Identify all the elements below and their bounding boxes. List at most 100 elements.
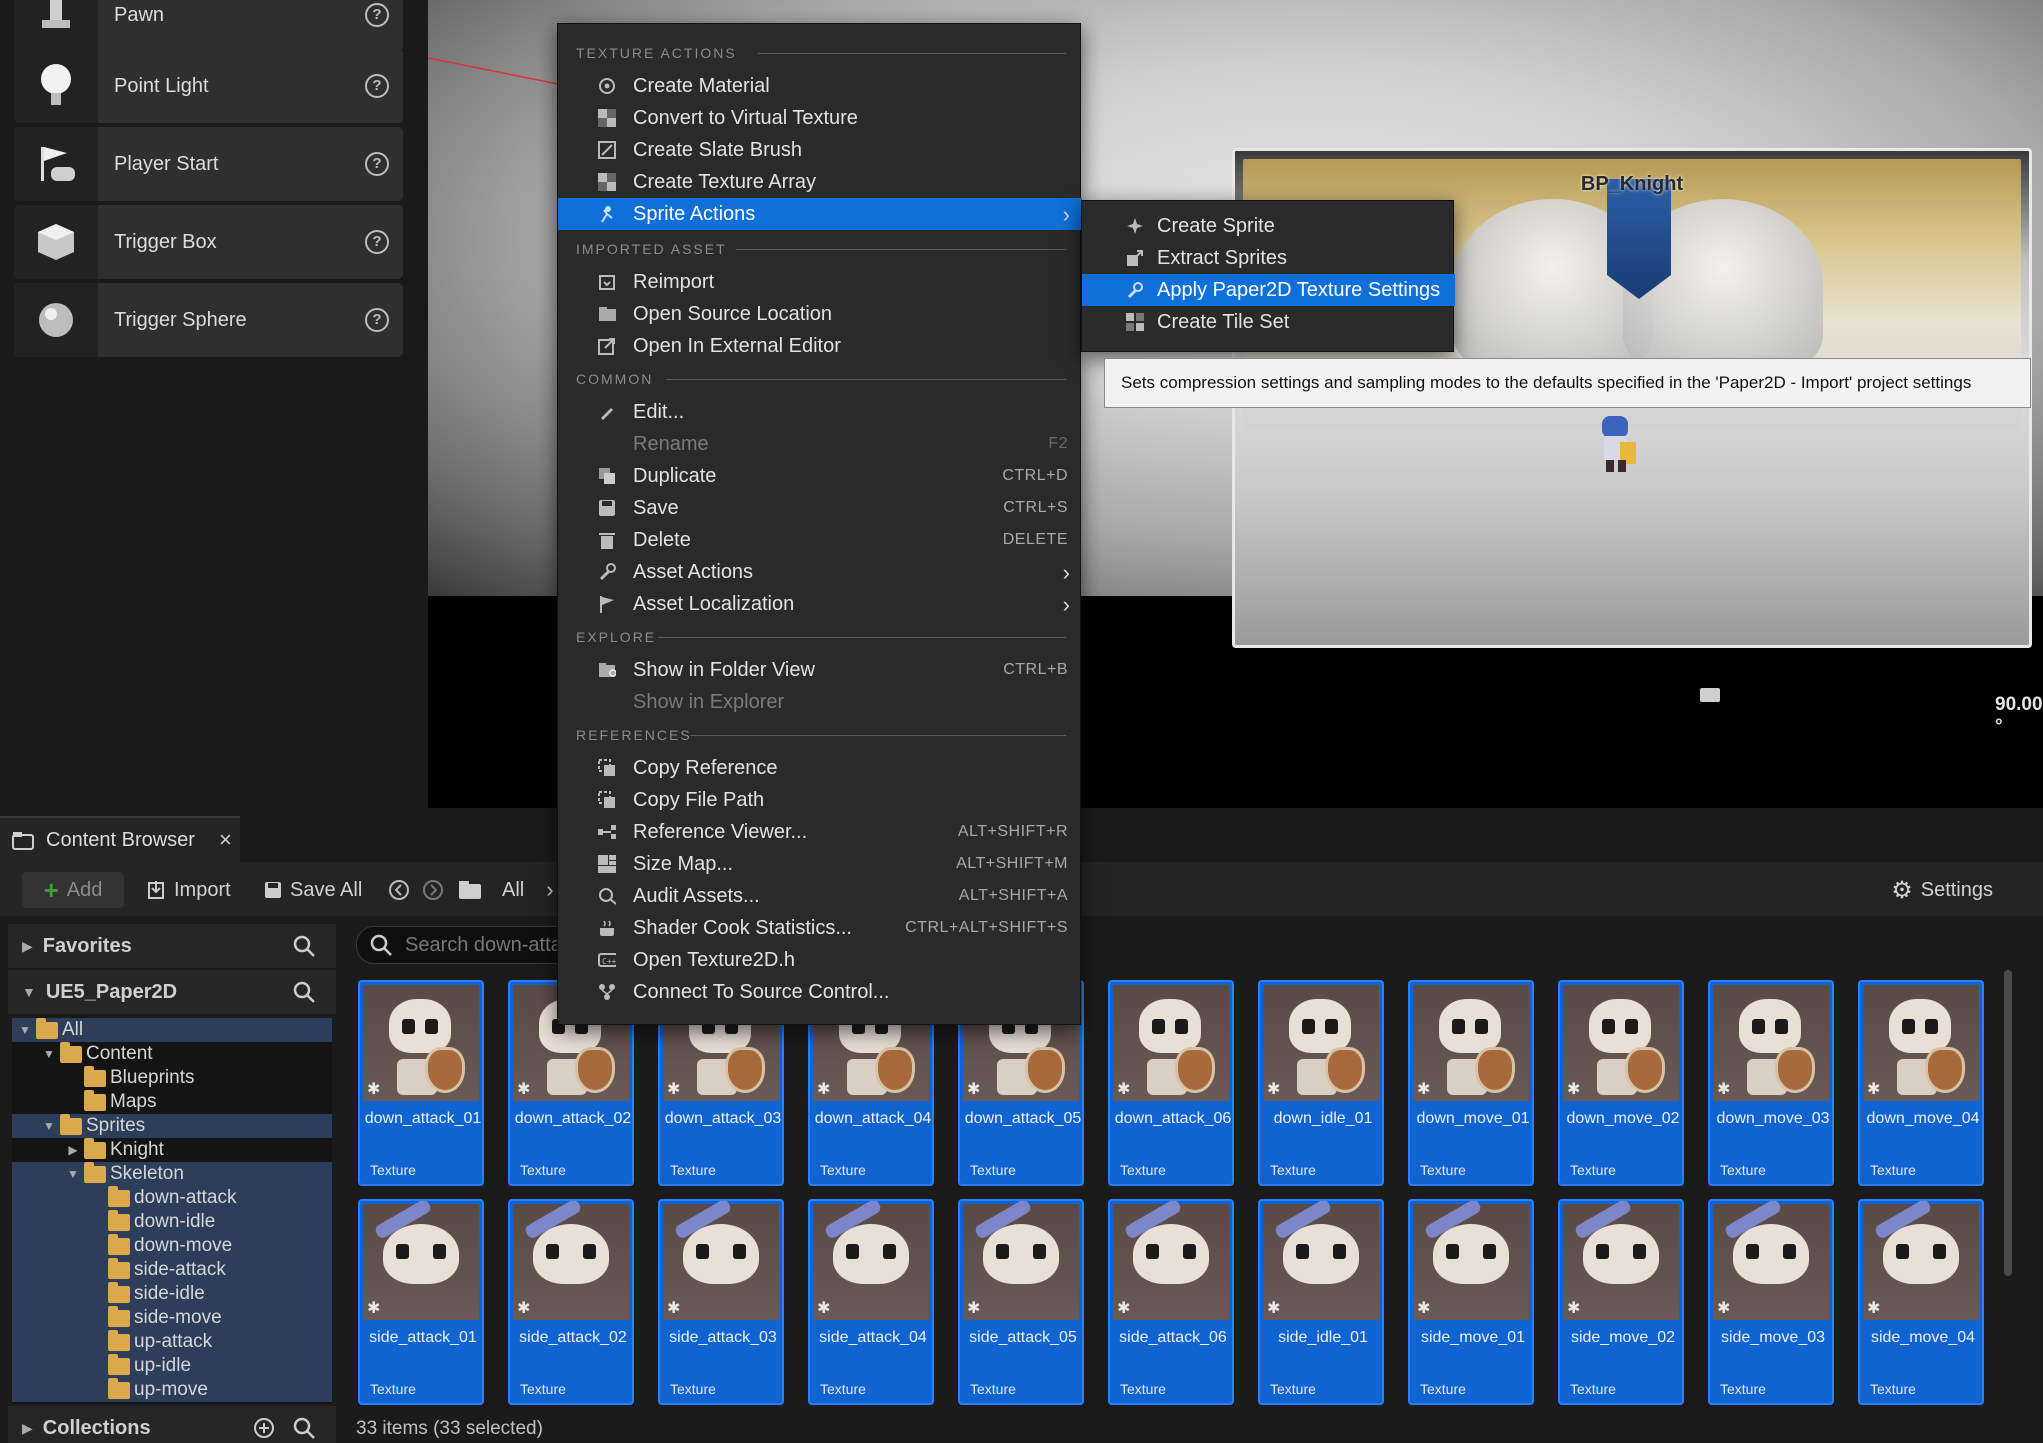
cook-pot-icon: [598, 920, 616, 936]
chevron-down-icon[interactable]: ▼: [42, 1119, 56, 1133]
asset-tile[interactable]: ✱ down_move_01 Texture: [1408, 980, 1534, 1186]
help-icon[interactable]: ?: [365, 230, 389, 254]
tree-folder-side-attack[interactable]: side-attack: [12, 1257, 332, 1282]
tree-folder-down-idle[interactable]: down-idle: [12, 1209, 332, 1234]
menu-item-create-tile-set[interactable]: Create Tile Set: [1082, 306, 1455, 338]
asset-tile[interactable]: ✱ side_idle_01 Texture: [1258, 1199, 1384, 1405]
menu-item-reimport[interactable]: Reimport: [558, 266, 1082, 298]
asset-tile[interactable]: ✱ side_move_04 Texture: [1858, 1199, 1984, 1405]
knight-sprite[interactable]: [1590, 408, 1642, 480]
path-breadcrumb-all[interactable]: All ›: [458, 872, 554, 908]
tree-folder-down-move[interactable]: down-move: [12, 1233, 332, 1258]
asset-tile[interactable]: ✱ side_move_01 Texture: [1408, 1199, 1534, 1405]
menu-item-save[interactable]: Save CTRL+S: [558, 492, 1082, 524]
search-icon[interactable]: [292, 934, 316, 964]
forward-button[interactable]: [422, 872, 444, 908]
menu-item-connect-source-control[interactable]: Connect To Source Control...: [558, 976, 1082, 1008]
menu-item-delete[interactable]: Delete DELETE: [558, 524, 1082, 556]
asset-tile[interactable]: ✱ down_idle_01 Texture: [1258, 980, 1384, 1186]
tree-folder-maps[interactable]: Maps: [12, 1089, 332, 1114]
add-button[interactable]: + Add: [22, 872, 124, 908]
help-icon[interactable]: ?: [365, 152, 389, 176]
import-button[interactable]: Import: [146, 872, 231, 908]
menu-item-open-texture2d-h[interactable]: C++ Open Texture2D.h: [558, 944, 1082, 976]
menu-item-show-in-explorer[interactable]: Show in Explorer: [558, 686, 1082, 718]
project-section-header[interactable]: ▼ UE5_Paper2D: [8, 970, 336, 1014]
tab-content-browser[interactable]: Content Browser ×: [0, 816, 240, 862]
menu-item-extract-sprites[interactable]: Extract Sprites: [1082, 242, 1455, 274]
menu-item-shader-cook-statistics[interactable]: Shader Cook Statistics... CTRL+ALT+SHIFT+…: [558, 912, 1082, 944]
tree-folder-down-attack[interactable]: down-attack: [12, 1185, 332, 1210]
menu-item-rename[interactable]: Rename F2: [558, 428, 1082, 460]
tree-folder-up-idle[interactable]: up-idle: [12, 1353, 332, 1378]
menu-item-create-slate-brush[interactable]: Create Slate Brush: [558, 134, 1082, 166]
menu-item-open-source-location[interactable]: Open Source Location: [558, 298, 1082, 330]
collections-section-header[interactable]: ▶ Collections: [8, 1406, 336, 1443]
menu-item-create-material[interactable]: Create Material: [558, 70, 1082, 102]
collections-label: Collections: [42, 1416, 151, 1439]
search-icon[interactable]: [292, 1416, 316, 1443]
tree-folder-all[interactable]: ▼ All: [12, 1017, 332, 1042]
tree-folder-skeleton[interactable]: ▼ Skeleton: [12, 1161, 332, 1186]
menu-item-open-external-editor[interactable]: Open In External Editor: [558, 330, 1082, 362]
chevron-down-icon[interactable]: ▼: [42, 1047, 56, 1061]
menu-item-duplicate[interactable]: Duplicate CTRL+D: [558, 460, 1082, 492]
chevron-down-icon[interactable]: ▼: [66, 1167, 80, 1181]
help-icon[interactable]: ?: [365, 74, 389, 98]
menu-item-show-folder-view[interactable]: Show in Folder View CTRL+B: [558, 654, 1082, 686]
actor-item-trigger-box[interactable]: Trigger Box ?: [14, 205, 403, 279]
menu-item-apply-paper2d-texture-settings[interactable]: Apply Paper2D Texture Settings: [1082, 274, 1455, 306]
menu-item-asset-actions[interactable]: Asset Actions ›: [558, 556, 1082, 588]
tree-folder-side-idle[interactable]: side-idle: [12, 1281, 332, 1306]
menu-item-audit-assets[interactable]: Audit Assets... ALT+SHIFT+A: [558, 880, 1082, 912]
actor-label: Pawn: [114, 4, 165, 26]
favorites-section-header[interactable]: ▶ Favorites: [8, 924, 336, 968]
help-icon[interactable]: ?: [365, 308, 389, 332]
tree-folder-up-move[interactable]: up-move: [12, 1377, 332, 1402]
settings-button[interactable]: ⚙ Settings: [1891, 872, 1993, 908]
back-button[interactable]: [388, 872, 410, 908]
actor-item-player-start[interactable]: Player Start ?: [14, 127, 403, 201]
menu-item-sprite-actions[interactable]: Sprite Actions ›: [558, 198, 1082, 230]
asset-tile[interactable]: ✱ down_attack_01 Texture: [358, 980, 484, 1186]
add-collection-icon[interactable]: [252, 1416, 276, 1443]
asset-tile[interactable]: ✱ down_move_02 Texture: [1558, 980, 1684, 1186]
close-icon[interactable]: ×: [219, 827, 232, 853]
asset-tile[interactable]: ✱ down_attack_06 Texture: [1108, 980, 1234, 1186]
menu-item-copy-reference[interactable]: Copy Reference: [558, 752, 1082, 784]
help-icon[interactable]: ?: [365, 3, 389, 27]
asset-tile[interactable]: ✱ side_move_02 Texture: [1558, 1199, 1684, 1405]
asset-tile[interactable]: ✱ side_attack_04 Texture: [808, 1199, 934, 1405]
actor-item-pawn[interactable]: Pawn ?: [14, 0, 403, 52]
actor-item-trigger-sphere[interactable]: Trigger Sphere ?: [14, 283, 403, 357]
tree-folder-blueprints[interactable]: Blueprints: [12, 1065, 332, 1090]
tree-folder-up-attack[interactable]: up-attack: [12, 1329, 332, 1354]
tree-folder-sprites[interactable]: ▼ Sprites: [12, 1113, 332, 1138]
asset-tile[interactable]: ✱ side_move_03 Texture: [1708, 1199, 1834, 1405]
menu-item-convert-virtual-texture[interactable]: Convert to Virtual Texture: [558, 102, 1082, 134]
asset-tile[interactable]: ✱ side_attack_01 Texture: [358, 1199, 484, 1405]
menu-item-copy-file-path[interactable]: Copy File Path: [558, 784, 1082, 816]
tree-folder-content[interactable]: ▼ Content: [12, 1041, 332, 1066]
chevron-right-icon[interactable]: ▶: [66, 1143, 80, 1157]
menu-item-reference-viewer[interactable]: Reference Viewer... ALT+SHIFT+R: [558, 816, 1082, 848]
menu-item-create-sprite[interactable]: Create Sprite: [1082, 210, 1455, 242]
asset-tile[interactable]: ✱ down_move_03 Texture: [1708, 980, 1834, 1186]
asset-tile[interactable]: ✱ down_move_04 Texture: [1858, 980, 1984, 1186]
menu-item-size-map[interactable]: Size Map... ALT+SHIFT+M: [558, 848, 1082, 880]
source-control-icon: [598, 984, 616, 1000]
tree-folder-knight[interactable]: ▶ Knight: [12, 1137, 332, 1162]
save-all-button[interactable]: Save All: [264, 872, 362, 908]
asset-tile[interactable]: ✱ side_attack_06 Texture: [1108, 1199, 1234, 1405]
menu-item-create-texture-array[interactable]: Create Texture Array: [558, 166, 1082, 198]
tree-folder-side-move[interactable]: side-move: [12, 1305, 332, 1330]
asset-tile[interactable]: ✱ side_attack_05 Texture: [958, 1199, 1084, 1405]
search-icon[interactable]: [292, 980, 316, 1010]
asset-tile[interactable]: ✱ side_attack_02 Texture: [508, 1199, 634, 1405]
menu-item-asset-localization[interactable]: Asset Localization ›: [558, 588, 1082, 620]
asset-tile[interactable]: ✱ side_attack_03 Texture: [658, 1199, 784, 1405]
actor-item-point-light[interactable]: Point Light ?: [14, 49, 403, 123]
chevron-down-icon[interactable]: ▼: [18, 1023, 32, 1037]
asset-grid-scrollbar[interactable]: [2004, 970, 2012, 1276]
menu-item-edit[interactable]: Edit...: [558, 396, 1082, 428]
